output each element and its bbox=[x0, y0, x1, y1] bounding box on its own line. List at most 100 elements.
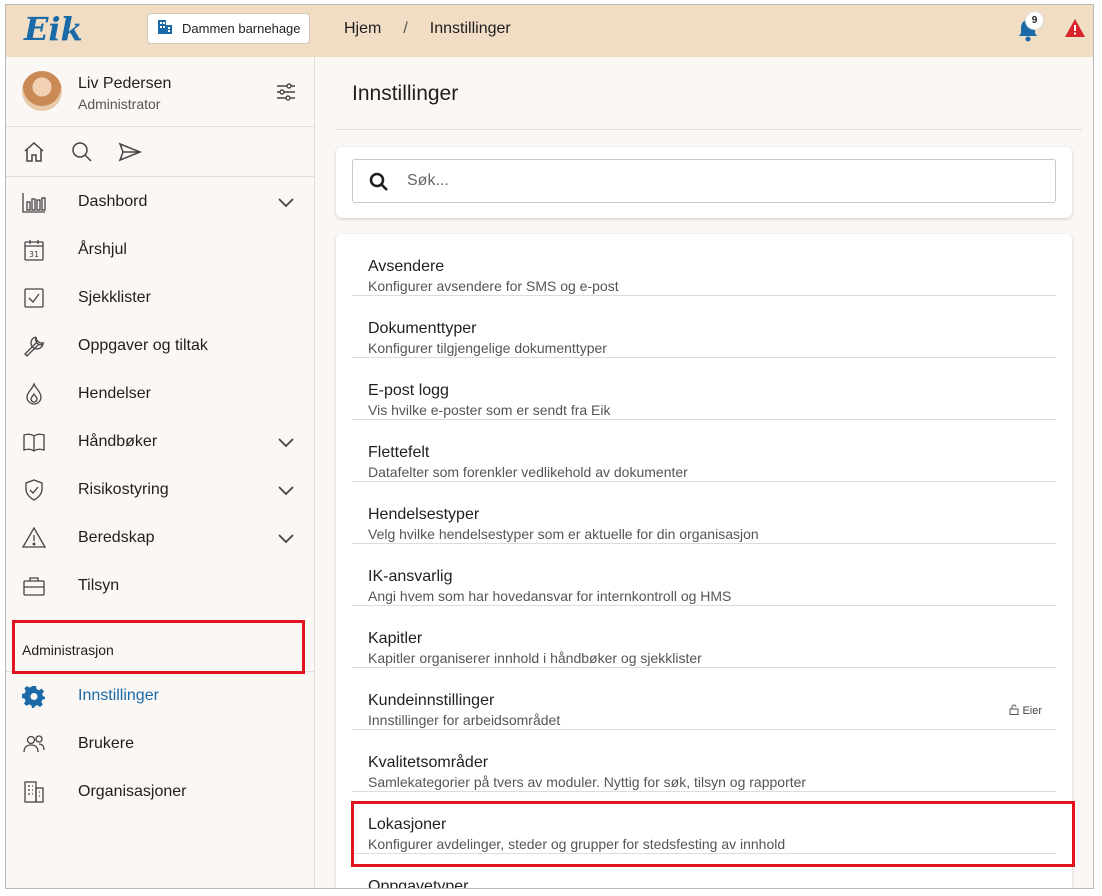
nav-item-label: Sjekklister bbox=[78, 289, 151, 306]
send-button[interactable] bbox=[118, 140, 143, 169]
warning-triangle-icon bbox=[1065, 19, 1085, 37]
settings-item-subtitle: Konfigurer avdelinger, steder og grupper… bbox=[368, 836, 786, 852]
nav-item-organisasjoner[interactable]: Organisasjoner bbox=[6, 768, 315, 816]
user-name: Liv Pedersen bbox=[78, 75, 172, 92]
wrench-icon bbox=[22, 334, 46, 358]
settings-item-dokumenttyper[interactable]: Dokumenttyper Konfigurer tilgjengelige d… bbox=[352, 296, 1056, 358]
chevron-down-icon[interactable] bbox=[276, 480, 296, 505]
user-role: Administrator bbox=[78, 96, 161, 112]
settings-item-title: Kundeinnstillinger bbox=[368, 692, 495, 709]
breadcrumb: Hjem / Innstillinger bbox=[344, 20, 511, 38]
admin-nav: Innstillinger Brukere Organisasjoner bbox=[6, 671, 315, 816]
organization-switcher[interactable]: Dammen barnehage bbox=[147, 13, 310, 44]
nav-item-label: Risikostyring bbox=[78, 481, 169, 498]
home-icon bbox=[24, 141, 44, 162]
top-bar: Eik Dammen barnehage Hjem / Innstillinge… bbox=[6, 5, 1093, 57]
nav-item-label: Brukere bbox=[78, 735, 135, 752]
search-input[interactable] bbox=[407, 170, 1027, 192]
search-icon bbox=[368, 171, 390, 198]
nav-item-label: Dashbord bbox=[78, 193, 148, 210]
home-button[interactable] bbox=[22, 140, 46, 169]
nav-item-brukere[interactable]: Brukere bbox=[6, 720, 315, 768]
avatar[interactable] bbox=[22, 71, 62, 111]
settings-item-avsendere[interactable]: Avsendere Konfigurer avsendere for SMS o… bbox=[352, 234, 1056, 296]
notification-count-badge: 9 bbox=[1026, 12, 1043, 29]
settings-item-oppgavetyper[interactable]: Oppgavetyper bbox=[352, 854, 1056, 889]
checkbox-icon bbox=[22, 286, 46, 310]
settings-item-subtitle: Samlekategorier på tvers av moduler. Nyt… bbox=[368, 774, 807, 790]
settings-item-title: E-post logg bbox=[368, 382, 449, 399]
settings-item-title: Avsendere bbox=[368, 258, 445, 275]
settings-item-kapitler[interactable]: Kapitler Kapitler organiserer innhold i … bbox=[352, 606, 1056, 668]
app-window: Eik Dammen barnehage Hjem / Innstillinge… bbox=[5, 4, 1094, 889]
user-settings-button[interactable] bbox=[276, 83, 296, 106]
admin-section-label: Administrasjon bbox=[22, 642, 114, 658]
divider bbox=[336, 129, 1082, 130]
settings-item-subtitle: Konfigurer tilgjengelige dokumenttyper bbox=[368, 340, 607, 356]
settings-item-kundeinnstillinger[interactable]: Kundeinnstillinger Innstillinger for arb… bbox=[352, 668, 1056, 730]
settings-item-subtitle: Kapitler organiserer innhold i håndbøker… bbox=[368, 650, 702, 666]
settings-item-subtitle: Innstillinger for arbeidsområdet bbox=[368, 712, 561, 728]
warning-button[interactable] bbox=[1064, 18, 1086, 43]
user-panel: Liv Pedersen Administrator bbox=[6, 57, 315, 127]
settings-item-ik-ansvarlig[interactable]: IK-ansvarlig Angi hvem som har hovedansv… bbox=[352, 544, 1056, 606]
settings-item-subtitle: Angi hvem som har hovedansvar for intern… bbox=[368, 588, 732, 604]
settings-item-epost-logg[interactable]: E-post logg Vis hvilke e-poster som er s… bbox=[352, 358, 1056, 420]
settings-item-flettefelt[interactable]: Flettefelt Datafelter som forenkler vedl… bbox=[352, 420, 1056, 482]
settings-item-title: Flettefelt bbox=[368, 444, 430, 461]
settings-item-title: Dokumenttyper bbox=[368, 320, 477, 337]
nav-item-label: Oppgaver og tiltak bbox=[78, 337, 208, 354]
building-icon bbox=[22, 780, 46, 804]
nav-item-beredskap[interactable]: Beredskap bbox=[6, 514, 315, 562]
shield-check-icon bbox=[22, 478, 46, 502]
nav-item-risikostyring[interactable]: Risikostyring bbox=[6, 466, 315, 514]
page-title: Innstillinger bbox=[352, 82, 459, 105]
bar-chart-icon bbox=[22, 190, 46, 214]
svg-text:31: 31 bbox=[29, 250, 39, 259]
nav-item-label: Beredskap bbox=[78, 529, 155, 546]
owner-badge: Eier bbox=[1009, 704, 1042, 718]
settings-item-subtitle: Konfigurer avsendere for SMS og e-post bbox=[368, 278, 619, 294]
settings-list: Avsendere Konfigurer avsendere for SMS o… bbox=[336, 234, 1072, 889]
main-nav: Dashbord 31 Årshjul Sjekklister Oppgaver… bbox=[6, 178, 315, 610]
main-content: Innstillinger Avsendere Konfigurer avsen… bbox=[316, 57, 1093, 889]
nav-item-oppgaver[interactable]: Oppgaver og tiltak bbox=[6, 322, 315, 370]
flame-icon bbox=[22, 382, 46, 406]
eik-logo[interactable]: Eik bbox=[22, 10, 84, 53]
settings-item-title: Oppgavetyper bbox=[368, 878, 469, 889]
nav-item-hendelser[interactable]: Hendelser bbox=[6, 370, 315, 418]
settings-item-subtitle: Vis hvilke e-poster som er sendt fra Eik bbox=[368, 402, 611, 418]
settings-item-lokasjoner[interactable]: Lokasjoner Konfigurer avdelinger, steder… bbox=[352, 792, 1056, 854]
settings-item-title: Kvalitetsområder bbox=[368, 754, 489, 771]
calendar-31-icon: 31 bbox=[22, 238, 46, 262]
nav-item-label: Innstillinger bbox=[78, 687, 159, 704]
settings-item-title: Lokasjoner bbox=[368, 816, 447, 833]
breadcrumb-current: Innstillinger bbox=[429, 20, 511, 37]
search-field[interactable] bbox=[352, 159, 1056, 203]
chevron-down-icon[interactable] bbox=[276, 192, 296, 217]
nav-item-label: Tilsyn bbox=[78, 577, 120, 594]
search-icon bbox=[72, 142, 92, 162]
book-icon bbox=[22, 430, 46, 454]
breadcrumb-home[interactable]: Hjem bbox=[344, 20, 381, 38]
users-icon bbox=[22, 732, 46, 756]
nav-item-sjekklister[interactable]: Sjekklister bbox=[6, 274, 315, 322]
nav-item-dashbord[interactable]: Dashbord bbox=[6, 178, 315, 226]
settings-item-title: Hendelsestyper bbox=[368, 506, 480, 523]
nav-item-tilsyn[interactable]: Tilsyn bbox=[6, 562, 315, 610]
nav-item-innstillinger[interactable]: Innstillinger bbox=[6, 672, 315, 720]
owner-badge-label: Eier bbox=[1022, 705, 1042, 717]
briefcase-icon bbox=[22, 574, 46, 598]
settings-item-hendelsestyper[interactable]: Hendelsestyper Velg hvilke hendelsestype… bbox=[352, 482, 1056, 544]
nav-item-arshjul[interactable]: 31 Årshjul bbox=[6, 226, 315, 274]
nav-item-handboker[interactable]: Håndbøker bbox=[6, 418, 315, 466]
gear-icon bbox=[22, 684, 46, 708]
chevron-down-icon[interactable] bbox=[276, 432, 296, 457]
organization-name: Dammen barnehage bbox=[182, 21, 301, 36]
quick-actions bbox=[6, 127, 315, 177]
chevron-down-icon[interactable] bbox=[276, 528, 296, 553]
search-button[interactable] bbox=[70, 140, 94, 169]
nav-item-label: Organisasjoner bbox=[78, 783, 187, 800]
building-icon bbox=[156, 18, 174, 39]
settings-item-kvalitetsomrader[interactable]: Kvalitetsområder Samlekategorier på tver… bbox=[352, 730, 1056, 792]
